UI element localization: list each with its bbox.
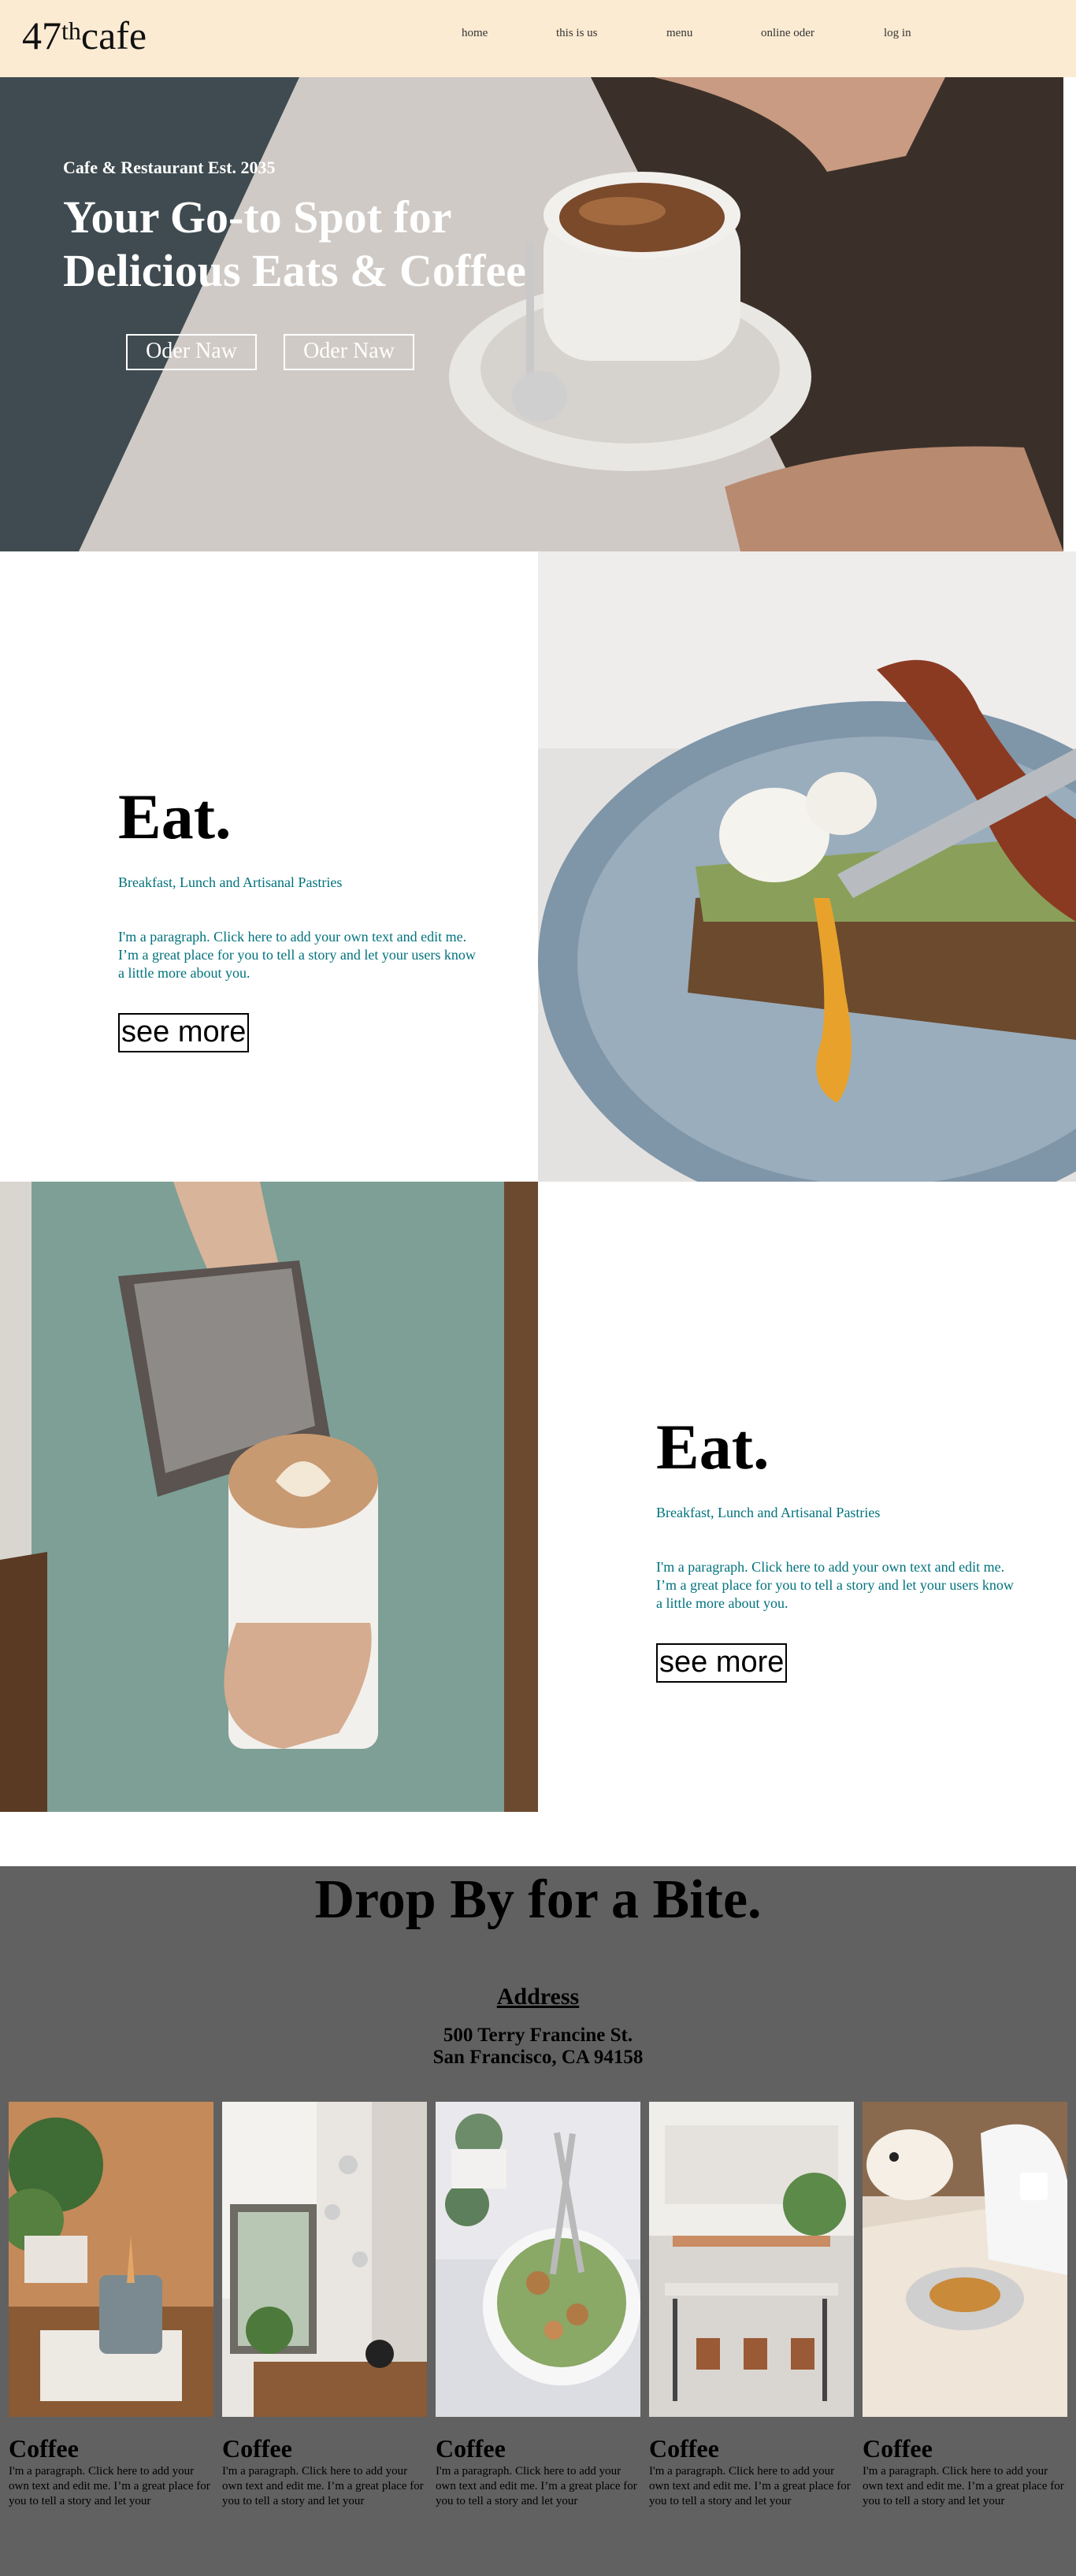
card-paragraph: I'm a paragraph. Click here to add your …	[649, 2465, 851, 2507]
nav-about[interactable]: this is us	[556, 27, 598, 40]
card-title: Coffee	[222, 2434, 292, 2463]
latte-art-photo	[0, 1182, 538, 1812]
hero-established: Cafe & Restaurant Est. 2035	[63, 158, 276, 177]
card-image-croissant-dog	[863, 2102, 1067, 2417]
eat-subtitle: Breakfast, Lunch and Artisanal Pastries	[118, 874, 343, 890]
eat-heading-2: Eat.	[656, 1411, 770, 1483]
eat-section-text-2	[538, 1182, 1076, 1812]
card-image-plant-coffee	[9, 2102, 213, 2417]
card-paragraph: I'm a paragraph. Click here to add your …	[222, 2465, 424, 2507]
visit-title: Drop By for a Bite.	[314, 1869, 762, 1930]
eat-paragraph-2: I'm a paragraph. Click here to add your …	[656, 1559, 1014, 1611]
order-now-button-secondary[interactable]: Oder Naw	[284, 334, 414, 370]
card-paragraph: I'm a paragraph. Click here to add your …	[863, 2465, 1064, 2507]
card-paragraph: I'm a paragraph. Click here to add your …	[436, 2465, 637, 2507]
toast-egg-photo	[538, 551, 1076, 1182]
eat-subtitle-2: Breakfast, Lunch and Artisanal Pastries	[656, 1505, 881, 1520]
address-line-1: 500 Terry Francine St.	[443, 2025, 633, 2046]
nav-home[interactable]: home	[462, 27, 488, 40]
address-line-2: San Francisco, CA 94158	[432, 2047, 644, 2068]
coffee-cup-photo	[0, 77, 1063, 551]
card-image-cafe-interior	[222, 2102, 427, 2417]
eat-section-text	[0, 551, 538, 1182]
eat-section-image-2	[0, 1182, 538, 1812]
see-more-button-2[interactable]: see more	[656, 1643, 788, 1683]
card-title: Coffee	[436, 2434, 506, 2463]
nav-online-order[interactable]: online oder	[761, 27, 814, 40]
cafe-interior-photo	[222, 2102, 427, 2417]
nav-menu[interactable]: menu	[666, 27, 692, 40]
salad-bowl-photo	[436, 2102, 640, 2417]
logo-word: cafe	[80, 13, 147, 58]
card-title: Coffee	[9, 2434, 79, 2463]
see-more-button[interactable]: see more	[118, 1013, 250, 1052]
card-image-dining-room	[649, 2102, 854, 2417]
eat-paragraph: I'm a paragraph. Click here to add your …	[118, 929, 476, 981]
order-now-button[interactable]: Oder Naw	[126, 334, 257, 370]
nav-login[interactable]: log in	[884, 27, 911, 40]
eat-heading: Eat.	[118, 781, 232, 852]
site-logo[interactable]: 47thcafe	[22, 8, 147, 63]
address-label: Address	[496, 1984, 580, 2010]
card-paragraph: I'm a paragraph. Click here to add your …	[9, 2465, 210, 2507]
site-header	[0, 0, 1076, 77]
card-title: Coffee	[649, 2434, 719, 2463]
logo-superscript: th	[61, 17, 81, 45]
dining-room-photo	[649, 2102, 854, 2417]
croissant-dog-photo	[863, 2102, 1067, 2417]
hero-title: Your Go-to Spot for Delicious Eats & Cof…	[63, 191, 526, 296]
card-image-salad	[436, 2102, 640, 2417]
eat-section-image	[538, 551, 1076, 1182]
logo-number: 47	[22, 13, 61, 58]
hero-image	[0, 77, 1063, 551]
plant-coffee-photo	[9, 2102, 213, 2417]
card-title: Coffee	[863, 2434, 933, 2463]
